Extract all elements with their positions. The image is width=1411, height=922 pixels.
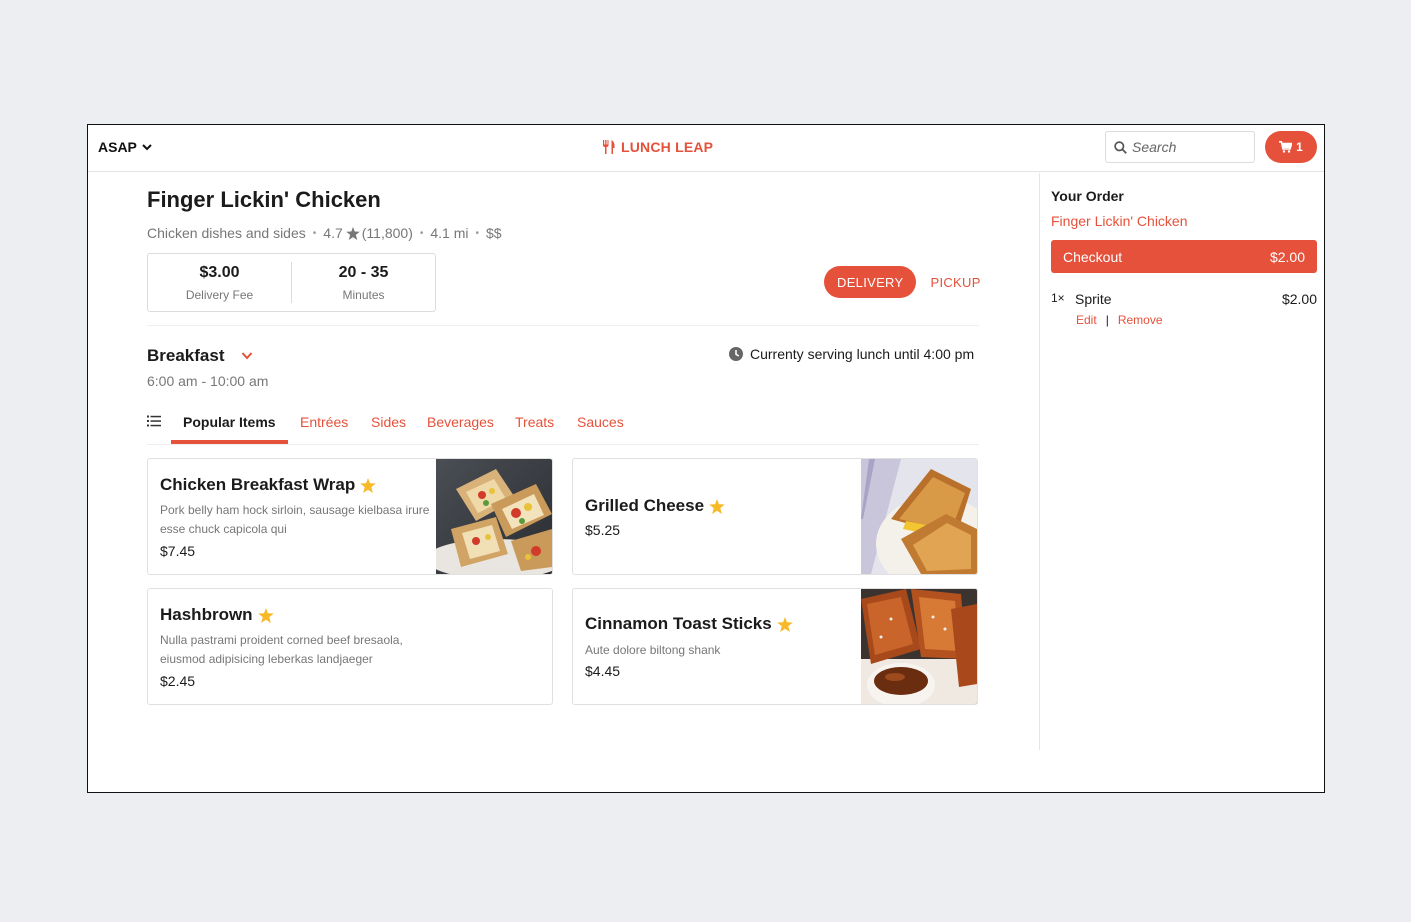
restaurant-meta: Chicken dishes and sides • 4.7 (11,800) … (147, 225, 502, 241)
restaurant-distance: 4.1 mi (430, 225, 469, 241)
clock-icon (729, 347, 743, 361)
menu-item-card[interactable]: Cinnamon Toast Sticks Aute dolore bilton… (572, 588, 978, 705)
sidebar-divider (1039, 173, 1040, 750)
brand-logo[interactable]: LUNCH LEAP (602, 139, 713, 155)
line-item-name: Sprite (1075, 291, 1112, 307)
item-name: Hashbrown (160, 605, 253, 624)
restaurant-cuisine: Chicken dishes and sides (147, 225, 306, 241)
item-price: $4.45 (585, 663, 621, 679)
item-name-row: Hashbrown (160, 605, 274, 625)
category-tabs: Popular Items Entrées Sides Beverages Tr… (147, 409, 979, 445)
top-bar: ASAP LUNCH LEAP 1 (88, 125, 1324, 172)
app-window: ASAP LUNCH LEAP 1 Finger Lickin' Chicken (87, 124, 1325, 793)
delivery-info-box: $3.00 Delivery Fee 20 - 35 Minutes (147, 253, 436, 312)
brand-name: LUNCH LEAP (621, 139, 714, 155)
item-description: Aute dolore biltong shank (585, 643, 721, 657)
star-icon (709, 498, 725, 514)
line-item-qty: 1× (1051, 291, 1065, 305)
item-price: $2.45 (160, 673, 196, 689)
eta-label: Minutes (342, 288, 385, 302)
menu-item-card[interactable]: Chicken Breakfast Wrap Pork belly ham ho… (147, 458, 553, 575)
search-input[interactable] (1132, 139, 1242, 155)
menu-item-card[interactable]: Grilled Cheese $5.25 (572, 458, 978, 575)
tab-entrees[interactable]: Entrées (300, 414, 348, 430)
item-price: $5.25 (585, 522, 621, 538)
delivery-eta: 20 - 35 Minutes (291, 262, 435, 303)
chevron-down-icon (241, 352, 252, 360)
tab-popular-items[interactable]: Popular Items (183, 414, 276, 430)
restaurant-rating: 4.7 (323, 225, 343, 241)
checkout-total: $2.00 (1269, 248, 1305, 265)
delivery-fee-value: $3.00 (199, 264, 240, 281)
chevron-down-icon (142, 144, 152, 151)
item-description: Pork belly ham hock sirloin, sausage kie… (160, 503, 430, 536)
checkout-label: Checkout (1063, 248, 1123, 265)
tab-treats[interactable]: Treats (515, 414, 554, 430)
star-icon (257, 607, 274, 623)
search-icon (1114, 140, 1127, 154)
item-price: $7.45 (160, 543, 196, 559)
wrap-image (436, 459, 552, 574)
item-name: Cinnamon Toast Sticks (585, 614, 772, 633)
edit-link[interactable]: Edit (1076, 313, 1097, 327)
eta-value: 20 - 35 (338, 264, 389, 281)
tab-beverages[interactable]: Beverages (427, 414, 494, 430)
line-item-price: $2.00 (1281, 291, 1317, 307)
meta-separator: • (475, 227, 480, 239)
order-restaurant-link[interactable]: Finger Lickin' Chicken (1051, 213, 1188, 229)
action-separator: | (1105, 313, 1109, 327)
menu-selector[interactable]: Breakfast (147, 346, 253, 366)
active-tab-indicator (171, 440, 288, 444)
pickup-button[interactable]: PICKUP (930, 275, 980, 290)
fulfillment-toggle: DELIVERY PICKUP (824, 266, 981, 298)
menu-title: Breakfast (147, 346, 225, 365)
item-name-row: Grilled Cheese (585, 496, 725, 516)
cart-count: 1 (1296, 140, 1303, 154)
star-icon (345, 226, 360, 240)
tab-sauces[interactable]: Sauces (577, 414, 624, 430)
item-name: Chicken Breakfast Wrap (160, 475, 356, 494)
meta-separator: • (312, 227, 317, 239)
item-name: Grilled Cheese (585, 496, 705, 515)
grilled-cheese-image (861, 459, 977, 574)
remove-link[interactable]: Remove (1118, 313, 1163, 327)
item-name-row: Chicken Breakfast Wrap (160, 475, 377, 495)
delivery-fee-label: Delivery Fee (185, 288, 254, 302)
star-icon (776, 616, 793, 632)
item-description: Nulla pastrami proident corned beef bres… (160, 633, 403, 666)
restaurant-price-level: $$ (486, 225, 502, 241)
menu-hours: 6:00 am - 10:00 am (147, 373, 269, 389)
serving-note: Currenty serving lunch until 4:00 pm (729, 346, 974, 362)
line-item-actions: Edit | Remove (1076, 313, 1163, 327)
meta-separator: • (419, 227, 424, 239)
order-title: Your Order (1051, 188, 1124, 204)
item-name-row: Cinnamon Toast Sticks (585, 614, 793, 634)
restaurant-name: Finger Lickin' Chicken (147, 187, 381, 212)
menu-item-card[interactable]: Hashbrown Nulla pastrami proident corned… (147, 588, 553, 705)
divider (147, 325, 979, 326)
cinnamon-sticks-image (861, 589, 977, 704)
cart-button[interactable]: 1 (1265, 131, 1317, 163)
time-selector-label: ASAP (98, 139, 137, 155)
checkout-button[interactable]: Checkout $2.00 (1051, 240, 1317, 273)
tab-sides[interactable]: Sides (371, 414, 406, 430)
search-box[interactable] (1105, 131, 1255, 163)
delivery-button[interactable]: DELIVERY (824, 266, 917, 298)
list-icon[interactable] (147, 415, 161, 427)
time-selector[interactable]: ASAP (98, 139, 153, 155)
utensils-icon (603, 140, 615, 154)
cart-icon (1279, 141, 1293, 153)
delivery-fee: $3.00 Delivery Fee (148, 254, 291, 311)
serving-note-text: Currenty serving lunch until 4:00 pm (750, 346, 975, 362)
star-icon (360, 477, 377, 493)
restaurant-review-count: (11,800) (361, 225, 413, 241)
